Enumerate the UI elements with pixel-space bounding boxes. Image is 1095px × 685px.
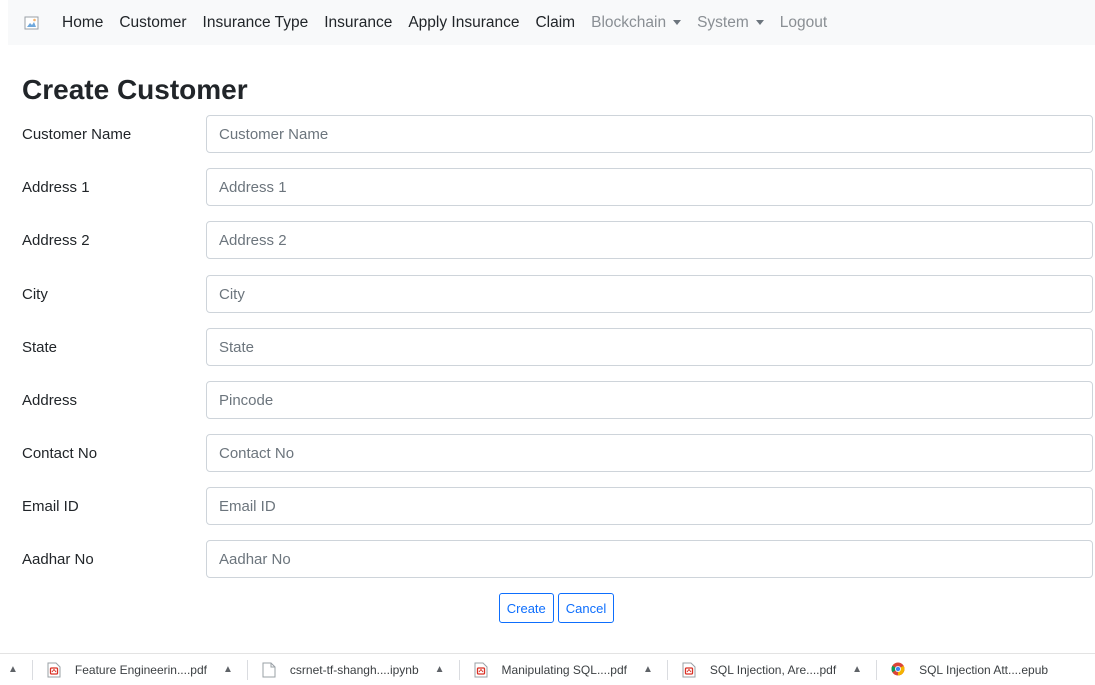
address-2-input[interactable] — [206, 221, 1093, 259]
nav-insurance-type[interactable]: Insurance Type — [203, 14, 309, 32]
caret-down-icon — [755, 20, 764, 25]
form-row-contact-no: Contact No — [22, 434, 1093, 472]
download-item[interactable]: Manipulating SQL....pdf ▲ — [474, 662, 661, 678]
caret-down-icon — [673, 20, 682, 25]
nav-blockchain-label: Blockchain — [591, 13, 667, 31]
nav-claim[interactable]: Claim — [535, 14, 575, 32]
broken-image-icon[interactable] — [24, 15, 40, 31]
top-navbar: Home Customer Insurance Type Insurance A… — [8, 0, 1095, 45]
nav-customer[interactable]: Customer — [119, 14, 186, 32]
pincode-label: Address — [22, 391, 78, 409]
customer-name-input[interactable] — [206, 115, 1093, 153]
download-item[interactable]: csrnet-tf-shangh....ipynb ▲ — [262, 662, 453, 678]
chevron-up-icon[interactable]: ▲ — [627, 664, 661, 675]
state-label: State — [22, 338, 58, 356]
address-1-label: Address 1 — [22, 178, 90, 196]
download-filename: SQL Injection, Are....pdf — [709, 662, 837, 677]
city-label: City — [22, 285, 48, 303]
customer-name-label: Customer Name — [22, 125, 132, 143]
pdf-icon — [682, 662, 696, 678]
address-2-label: Address 2 — [22, 231, 90, 249]
nav-apply-insurance[interactable]: Apply Insurance — [408, 14, 519, 32]
chevron-up-icon[interactable]: ▲ — [836, 664, 870, 675]
download-item[interactable]: SQL Injection Att....epub — [891, 662, 1048, 678]
create-button[interactable]: Create — [498, 593, 554, 623]
nav-system-dropdown[interactable]: System — [697, 14, 764, 32]
form-row-aadhar-no: Aadhar No — [22, 540, 1093, 578]
aadhar-no-input[interactable] — [206, 540, 1093, 578]
chevron-up-icon[interactable]: ▲ — [0, 664, 26, 675]
aadhar-no-label: Aadhar No — [22, 550, 94, 568]
form-row-address-1: Address 1 — [22, 168, 1093, 206]
email-id-label: Email ID — [22, 497, 79, 515]
contact-no-input[interactable] — [206, 434, 1093, 472]
pdf-icon — [474, 662, 488, 678]
download-filename: Manipulating SQL....pdf — [501, 662, 627, 677]
nav-system-label: System — [697, 13, 749, 31]
divider — [666, 659, 668, 680]
pdf-icon — [47, 662, 61, 678]
divider — [458, 659, 460, 680]
download-filename: Feature Engineerin....pdf — [74, 662, 207, 677]
nav-logout[interactable]: Logout — [780, 14, 827, 32]
nav-insurance[interactable]: Insurance — [324, 14, 392, 32]
contact-no-label: Contact No — [22, 444, 98, 462]
pincode-input[interactable] — [206, 381, 1093, 419]
form-row-customer-name: Customer Name — [22, 115, 1093, 153]
email-id-input[interactable] — [206, 487, 1093, 525]
page-title: Create Customer — [22, 74, 248, 105]
download-item[interactable]: SQL Injection, Are....pdf ▲ — [682, 662, 870, 678]
cancel-button[interactable]: Cancel — [557, 593, 615, 623]
nav-home[interactable]: Home — [62, 14, 103, 32]
city-input[interactable] — [206, 275, 1093, 313]
download-bar: ▲ Feature Engineerin....pdf ▲ csrnet-tf-… — [0, 653, 1095, 685]
download-item[interactable]: Feature Engineerin....pdf ▲ — [47, 662, 241, 678]
form-actions: Create Cancel — [0, 593, 1095, 623]
divider — [876, 659, 878, 680]
download-filename: csrnet-tf-shangh....ipynb — [289, 662, 419, 677]
download-filename: SQL Injection Att....epub — [919, 662, 1049, 677]
form-row-pincode: Address — [22, 381, 1093, 419]
form-row-state: State — [22, 328, 1093, 366]
nav-blockchain-dropdown[interactable]: Blockchain — [591, 13, 682, 32]
file-icon — [262, 662, 276, 678]
divider — [246, 659, 248, 680]
form-row-email-id: Email ID — [22, 487, 1093, 525]
form-row-address-2: Address 2 — [22, 221, 1093, 259]
state-input[interactable] — [206, 328, 1093, 366]
chevron-up-icon[interactable]: ▲ — [207, 664, 241, 675]
form-row-city: City — [22, 275, 1093, 313]
divider — [31, 659, 33, 680]
chevron-up-icon[interactable]: ▲ — [419, 664, 453, 675]
address-1-input[interactable] — [206, 168, 1093, 206]
chrome-icon — [891, 662, 905, 678]
